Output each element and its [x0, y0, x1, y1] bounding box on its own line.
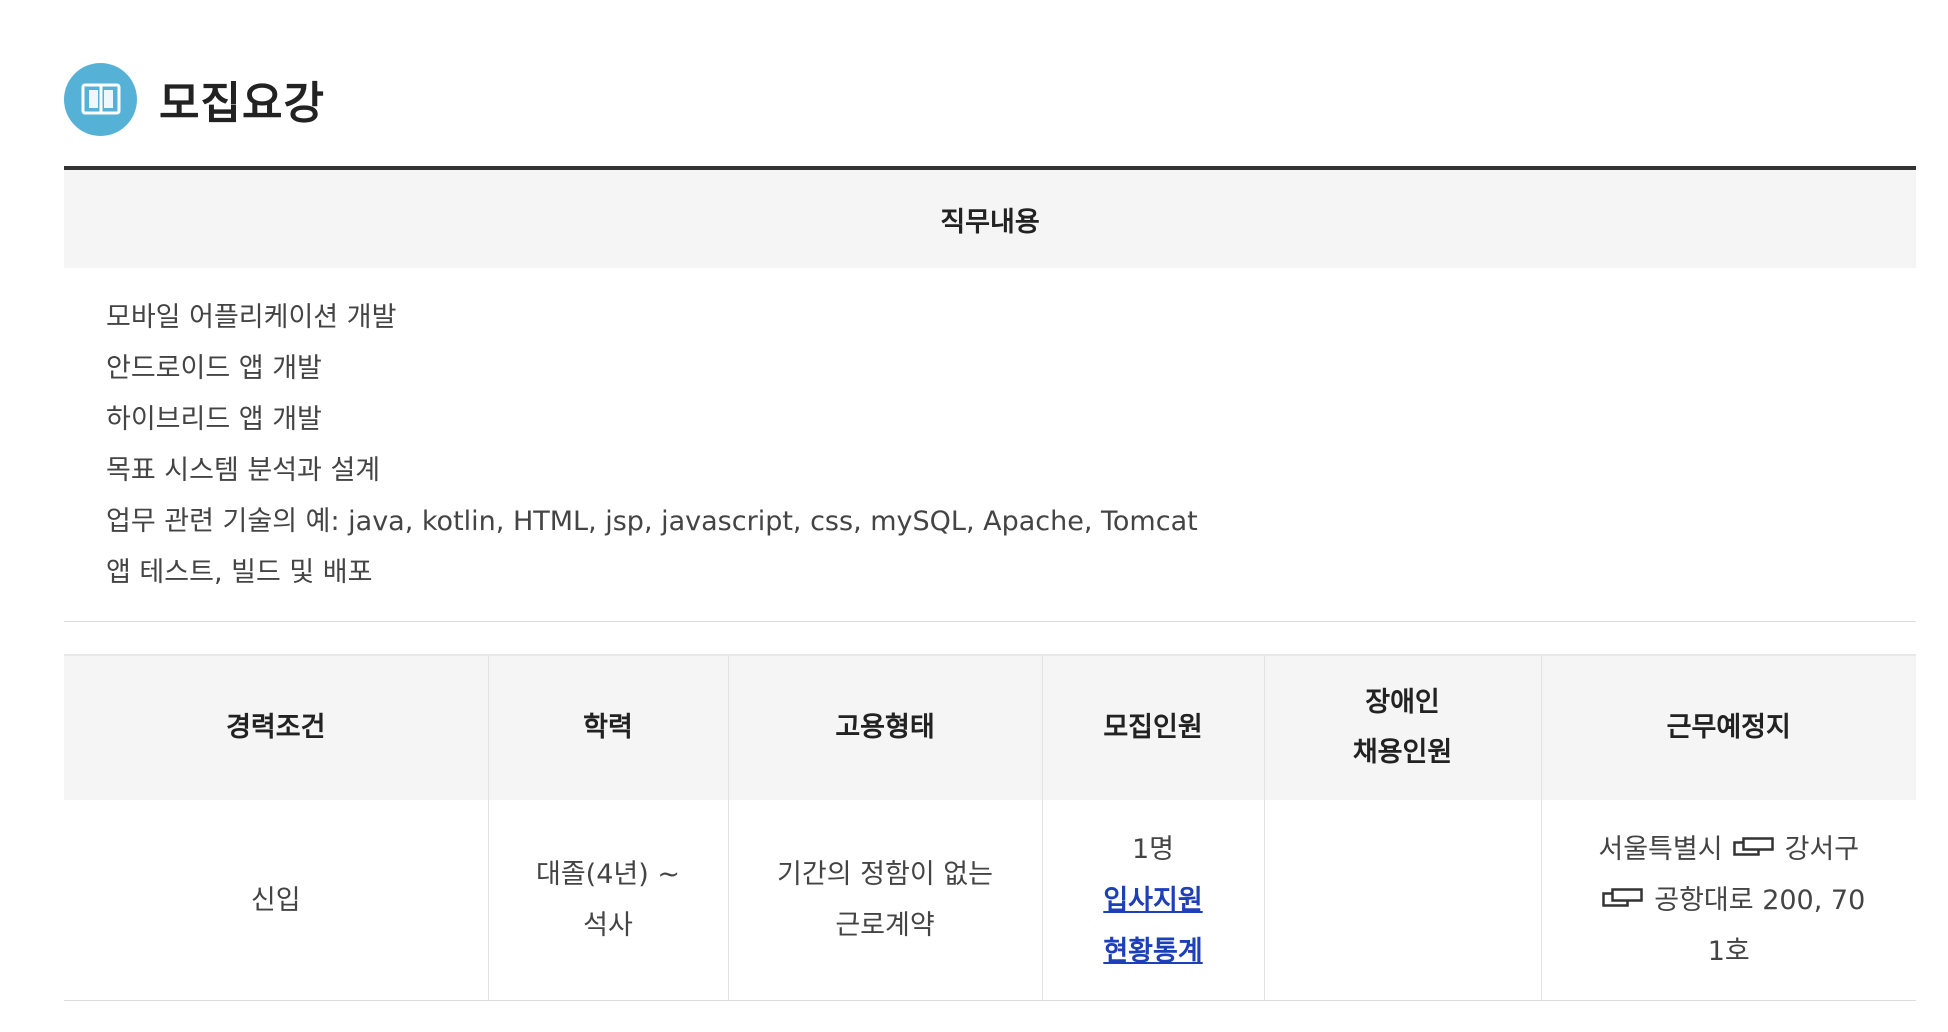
location-city: 서울특별시 — [1598, 833, 1723, 865]
job-duty-table: 직무내용 모바일 어플리케이션 개발 안드로이드 앱 개발 하이브리드 앱 개발… — [64, 166, 1916, 622]
job-duty-header: 직무내용 — [64, 166, 1916, 268]
conditions-table: 경력조건 학력 고용형태 모집인원 장애인 채용인원 근무예정지 신입 대졸(4… — [64, 654, 1916, 1001]
recruitment-page: 모집요강 직무내용 모바일 어플리케이션 개발 안드로이드 앱 개발 하이브리드… — [0, 0, 1948, 1032]
education-header: 학력 — [487, 654, 728, 800]
stats-link-line1[interactable]: 입사지원 — [1103, 885, 1202, 916]
disabled-hiring-header-line1: 장애인 — [1365, 687, 1440, 718]
section-title: 모집요강 — [159, 78, 325, 129]
disabled-hiring-header: 장애인 채용인원 — [1263, 654, 1541, 800]
location-address: 공항대로 200, 70 — [1654, 884, 1866, 916]
section-header: 모집요강 — [64, 62, 325, 136]
education-line2: 석사 — [583, 910, 633, 941]
education-line1: 대졸(4년) ~ — [536, 859, 680, 890]
work-location-header: 근무예정지 — [1540, 654, 1916, 800]
employment-line2: 근로계약 — [835, 910, 935, 941]
duty-line: 목표 시스템 분석과 설계 — [106, 455, 381, 486]
employment-line1: 기간의 정함이 없는 — [777, 859, 993, 890]
work-location-cell: 서울특별시 강서구 공항대로 200, 70 1호 — [1540, 800, 1916, 1001]
conditions-header-row: 경력조건 학력 고용형태 모집인원 장애인 채용인원 근무예정지 — [64, 654, 1916, 800]
stats-link-line2[interactable]: 현황통계 — [1103, 936, 1202, 967]
disabled-hiring-cell — [1263, 800, 1541, 1001]
duty-line: 앱 테스트, 빌드 및 배포 — [106, 557, 373, 588]
duty-line: 업무 관련 기술의 예: java, kotlin, HTML, jsp, ja… — [106, 506, 1198, 537]
application-stats-link[interactable]: 입사지원 현황통계 — [1063, 875, 1244, 977]
table-row: 신입 대졸(4년) ~ 석사 기간의 정함이 없는 근로계약 1명 입사지원 현… — [64, 800, 1916, 1001]
location-line1: 서울특별시 강서구 — [1562, 824, 1897, 875]
headcount-header: 모집인원 — [1041, 654, 1264, 800]
duty-line: 안드로이드 앱 개발 — [106, 353, 322, 384]
headcount-cell: 1명 입사지원 현황통계 — [1041, 800, 1264, 1001]
career-cell: 신입 — [64, 800, 488, 1001]
headcount-value: 1명 — [1131, 833, 1175, 865]
location-line2: 공항대로 200, 70 — [1562, 875, 1897, 926]
duty-line: 하이브리드 앱 개발 — [106, 404, 322, 435]
employment-type-header: 고용형태 — [727, 654, 1042, 800]
map-window-icon[interactable] — [1602, 874, 1644, 925]
location-unit: 1호 — [1707, 935, 1750, 967]
map-window-icon[interactable] — [1732, 823, 1775, 874]
job-duty-content: 모바일 어플리케이션 개발 안드로이드 앱 개발 하이브리드 앱 개발 목표 시… — [64, 268, 1916, 622]
book-icon — [64, 62, 137, 136]
career-header: 경력조건 — [64, 654, 488, 800]
duty-line: 모바일 어플리케이션 개발 — [106, 302, 397, 333]
employment-type-cell: 기간의 정함이 없는 근로계약 — [727, 800, 1042, 1001]
location-district: 강서구 — [1784, 833, 1860, 865]
education-cell: 대졸(4년) ~ 석사 — [487, 800, 728, 1001]
disabled-hiring-header-line2: 채용인원 — [1352, 737, 1453, 768]
